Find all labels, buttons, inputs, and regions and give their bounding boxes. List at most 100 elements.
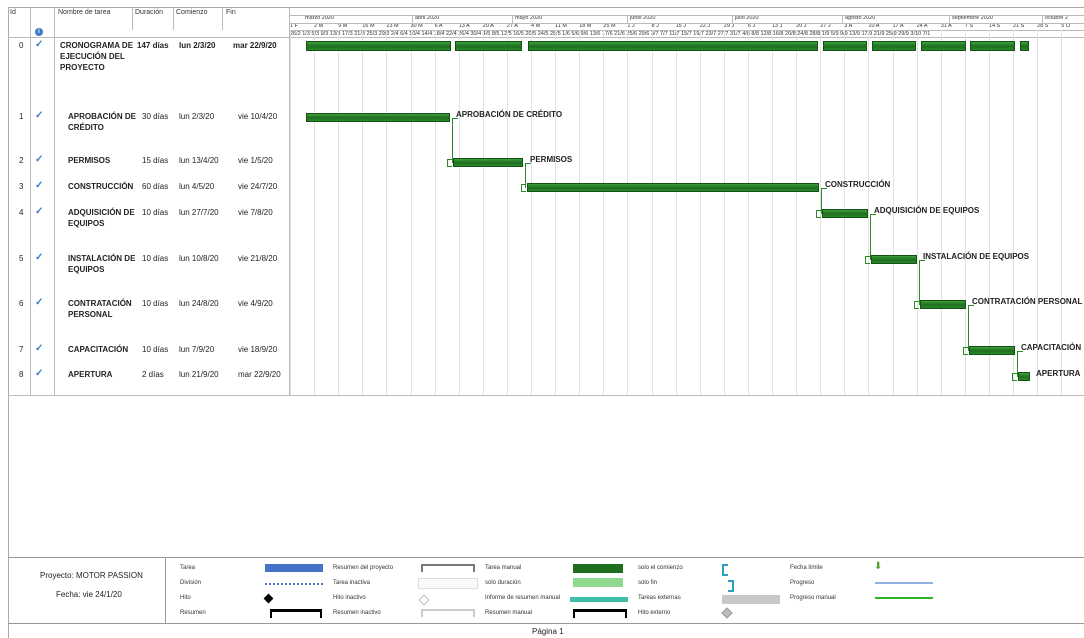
summary-bar[interactable] bbox=[872, 41, 916, 51]
dependency-arrow bbox=[1012, 373, 1017, 381]
task-duration[interactable]: 2 días bbox=[142, 369, 164, 380]
task-duration[interactable]: 30 días bbox=[142, 111, 168, 122]
task-bar[interactable] bbox=[871, 255, 917, 264]
legend-label: Progreso manual bbox=[790, 595, 836, 601]
dependency-arrow bbox=[865, 256, 870, 264]
task-duration[interactable]: 147 días bbox=[137, 40, 169, 51]
task-name[interactable]: APROBACIÓN DE CRÉDITO bbox=[68, 111, 138, 133]
column-header-end[interactable]: Fin bbox=[226, 9, 236, 16]
completed-check-icon: ✓ bbox=[35, 110, 44, 121]
column-header-duration[interactable]: Duración bbox=[135, 9, 163, 16]
task-name[interactable]: CONSTRUCCIÓN bbox=[68, 181, 138, 192]
task-duration[interactable]: 10 días bbox=[142, 207, 168, 218]
task-duration[interactable]: 60 días bbox=[142, 181, 168, 192]
project-summary-swatch bbox=[421, 564, 475, 572]
task-name[interactable]: INSTALACIÓN DE EQUIPOS bbox=[68, 253, 138, 275]
task-bar[interactable] bbox=[453, 158, 523, 167]
task-duration[interactable]: 10 días bbox=[142, 253, 168, 264]
summary-bar[interactable] bbox=[921, 41, 966, 51]
task-start[interactable]: lun 13/4/20 bbox=[179, 155, 219, 166]
task-end[interactable]: vie 1/5/20 bbox=[238, 155, 273, 166]
task-id[interactable]: 8 bbox=[19, 369, 23, 380]
task-end[interactable]: mar 22/9/20 bbox=[233, 40, 277, 51]
task-duration[interactable]: 15 días bbox=[142, 155, 168, 166]
page-number: Página 1 bbox=[532, 627, 564, 636]
summary-bar[interactable] bbox=[970, 41, 1015, 51]
task-id[interactable]: 2 bbox=[19, 155, 23, 166]
task-start[interactable]: lun 7/9/20 bbox=[179, 344, 214, 355]
month-divider bbox=[512, 15, 513, 23]
grid-line bbox=[579, 30, 581, 395]
task-start[interactable]: lun 21/9/20 bbox=[179, 369, 219, 380]
legend-label: División bbox=[180, 580, 202, 586]
summary-bar[interactable] bbox=[306, 41, 451, 51]
task-swatch bbox=[265, 564, 323, 572]
column-header-start[interactable]: Comienzo bbox=[176, 9, 208, 16]
task-bar[interactable] bbox=[920, 300, 966, 309]
start-only-swatch bbox=[722, 564, 728, 576]
task-bar[interactable] bbox=[306, 113, 450, 122]
task-end[interactable]: vie 24/7/20 bbox=[238, 181, 277, 192]
column-header-id[interactable]: Id bbox=[10, 9, 16, 16]
summary-swatch bbox=[270, 609, 322, 618]
dependency-link bbox=[968, 305, 974, 306]
summary-bar[interactable] bbox=[528, 41, 818, 51]
task-name[interactable]: CONTRATACIÓN PERSONAL bbox=[68, 298, 138, 320]
task-id[interactable]: 4 bbox=[19, 207, 23, 218]
task-id[interactable]: 0 bbox=[19, 40, 23, 51]
task-end[interactable]: vie 21/8/20 bbox=[238, 253, 277, 264]
grid-line bbox=[386, 30, 388, 395]
task-name[interactable]: CRONOGRAMA DE EJECUCIÓN DEL PROYECTO bbox=[60, 40, 135, 73]
task-id[interactable]: 3 bbox=[19, 181, 23, 192]
task-bar[interactable] bbox=[822, 209, 868, 218]
grid-line bbox=[796, 30, 798, 395]
task-start[interactable]: lun 24/8/20 bbox=[179, 298, 219, 309]
task-end[interactable]: vie 10/4/20 bbox=[238, 111, 277, 122]
grid-line bbox=[651, 30, 653, 395]
task-bar-label: CAPACITACIÓN bbox=[1021, 343, 1082, 352]
task-id[interactable]: 5 bbox=[19, 253, 23, 264]
grid-line bbox=[1013, 30, 1014, 395]
grid-line bbox=[627, 30, 629, 395]
summary-bar[interactable] bbox=[1020, 41, 1029, 51]
task-name[interactable]: CAPACITACIÓN bbox=[68, 344, 138, 355]
task-bar[interactable] bbox=[969, 346, 1015, 355]
task-end[interactable]: mar 22/9/20 bbox=[238, 369, 281, 380]
task-start[interactable]: lun 4/5/20 bbox=[179, 181, 214, 192]
grid-line bbox=[434, 30, 436, 395]
task-id[interactable]: 1 bbox=[19, 111, 23, 122]
task-bar[interactable] bbox=[1018, 372, 1030, 381]
summary-bar[interactable] bbox=[455, 41, 522, 51]
progress-swatch bbox=[875, 582, 933, 584]
summary-bar[interactable] bbox=[823, 41, 867, 51]
task-start[interactable]: lun 2/3/20 bbox=[179, 40, 215, 51]
task-name[interactable]: PERMISOS bbox=[68, 155, 138, 166]
dependency-arrow bbox=[914, 301, 919, 309]
manual-summary-swatch bbox=[573, 609, 627, 618]
task-duration[interactable]: 10 días bbox=[142, 344, 168, 355]
task-end[interactable]: vie 18/9/20 bbox=[238, 344, 277, 355]
task-start[interactable]: lun 2/3/20 bbox=[179, 111, 214, 122]
task-bar-label: PERMISOS bbox=[530, 155, 573, 164]
task-name[interactable]: ADQUISICIÓN DE EQUIPOS bbox=[68, 207, 138, 229]
manual-task-swatch bbox=[573, 564, 623, 573]
dependency-link bbox=[919, 260, 920, 305]
task-bar[interactable] bbox=[527, 183, 819, 192]
grid-line bbox=[699, 30, 701, 395]
task-end[interactable]: vie 7/8/20 bbox=[238, 207, 273, 218]
header-divider bbox=[8, 37, 1084, 38]
task-name[interactable]: APERTURA bbox=[68, 369, 138, 380]
dependency-link bbox=[870, 214, 876, 215]
task-end[interactable]: vie 4/9/20 bbox=[238, 298, 273, 309]
task-id[interactable]: 6 bbox=[19, 298, 23, 309]
task-duration[interactable]: 10 días bbox=[142, 298, 168, 309]
legend-label: solo fin bbox=[638, 580, 658, 586]
column-header-name[interactable]: Nombre de tarea bbox=[58, 9, 111, 16]
col-divider bbox=[222, 8, 223, 30]
legend-label: Tarea bbox=[180, 565, 196, 571]
task-start[interactable]: lun 10/8/20 bbox=[179, 253, 219, 264]
dependency-link bbox=[1017, 351, 1023, 352]
grid-line bbox=[458, 30, 460, 395]
task-start[interactable]: lun 27/7/20 bbox=[179, 207, 219, 218]
task-id[interactable]: 7 bbox=[19, 344, 23, 355]
